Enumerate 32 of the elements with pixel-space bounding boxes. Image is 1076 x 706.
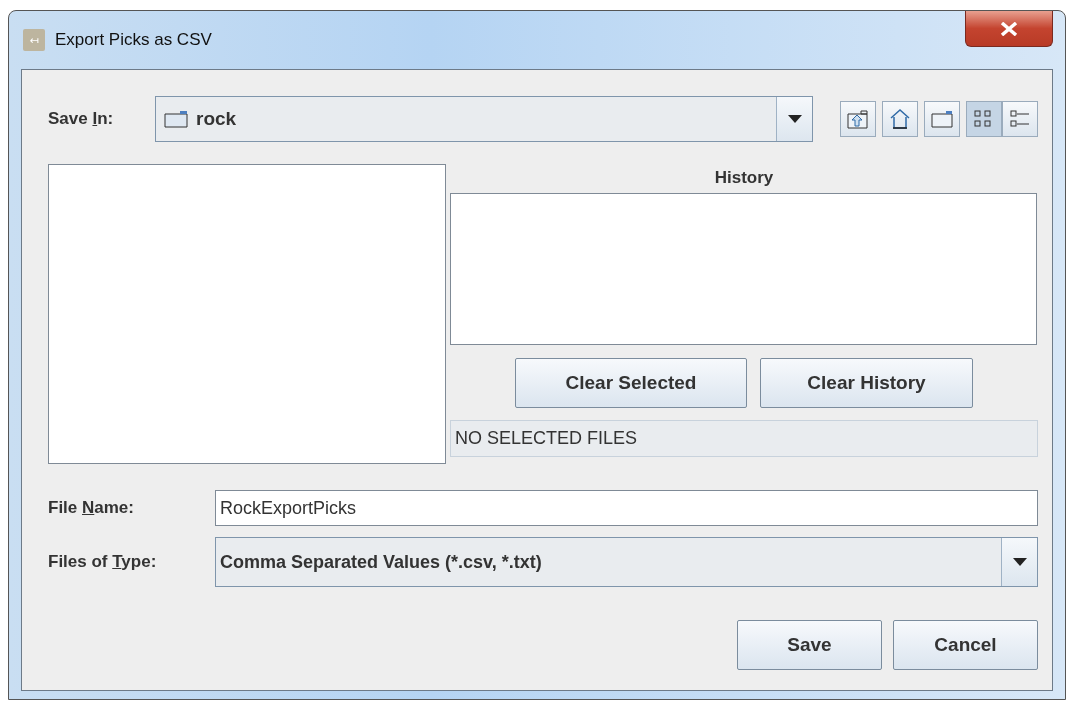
save-in-dropdown[interactable]: rock: [155, 96, 813, 142]
folder-up-icon: [847, 109, 869, 129]
home-icon: [889, 108, 911, 130]
new-folder-button[interactable]: [924, 101, 960, 137]
save-in-label: Save In:: [48, 109, 115, 129]
save-button[interactable]: Save: [737, 620, 882, 670]
clear-selected-button[interactable]: Clear Selected: [515, 358, 747, 408]
file-name-field[interactable]: RockExportPicks: [215, 490, 1038, 526]
folder-icon: [164, 110, 188, 128]
app-icon: ↤: [23, 29, 45, 51]
file-type-value: Comma Separated Values (*.csv, *.txt): [220, 551, 542, 573]
folder-icon: [931, 110, 953, 128]
up-button[interactable]: [840, 101, 876, 137]
history-title: History: [714, 168, 774, 188]
caret-icon: [787, 115, 802, 123]
close-icon: [1000, 21, 1018, 36]
window-title: Export Picks as CSV: [55, 30, 212, 50]
file-type-dropdown[interactable]: Comma Separated Values (*.csv, *.txt): [215, 537, 1038, 587]
caret-icon: [1012, 558, 1027, 566]
clear-history-button[interactable]: Clear History: [760, 358, 973, 408]
close-button[interactable]: [965, 11, 1053, 47]
details-view-icon: [1009, 109, 1031, 129]
details-button[interactable]: [1002, 101, 1038, 137]
home-button[interactable]: [882, 101, 918, 137]
dropdown-button[interactable]: [776, 97, 812, 141]
cancel-button[interactable]: Cancel: [893, 620, 1038, 670]
dropdown-button[interactable]: [1001, 538, 1037, 586]
status-field: NO SELECTED FILES: [450, 420, 1038, 457]
file-name-label: File Name:: [48, 498, 135, 518]
file-type-label: Files of Type:: [48, 552, 158, 572]
folder-name: rock: [196, 108, 237, 130]
list-button[interactable]: [966, 101, 1002, 137]
